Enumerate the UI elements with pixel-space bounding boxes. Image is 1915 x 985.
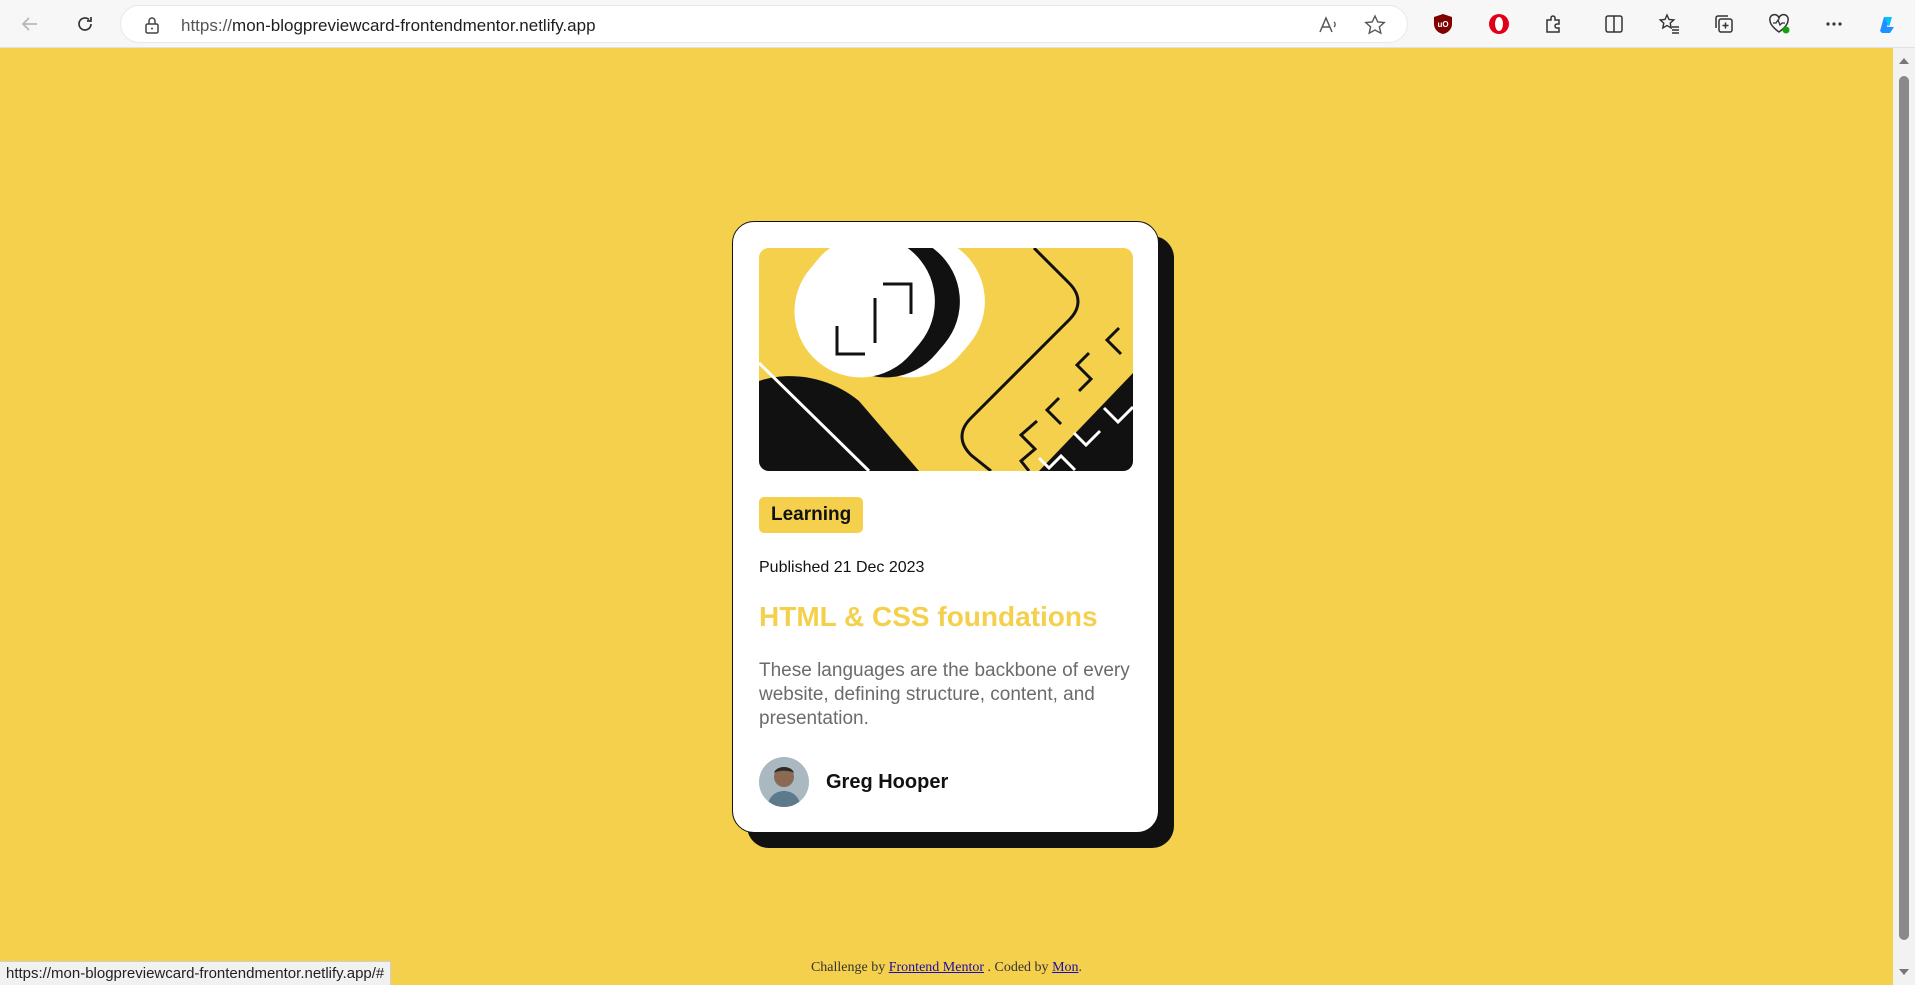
copilot-icon[interactable] (1874, 11, 1900, 37)
category-tag: Learning (759, 497, 864, 533)
lock-icon (145, 17, 159, 34)
read-aloud-icon[interactable] (1317, 14, 1339, 36)
refresh-icon (78, 17, 92, 31)
card-illustration (759, 248, 1133, 471)
more-options-icon[interactable] (1821, 11, 1847, 37)
svg-text:uO: uO (1437, 20, 1448, 29)
favorites-list-icon[interactable] (1656, 11, 1682, 37)
card-title[interactable]: HTML & CSS foundations (759, 601, 1132, 633)
status-bar: https://mon-blogpreviewcard-frontendment… (0, 961, 392, 985)
url-protocol: https:// (181, 16, 233, 35)
author: Greg Hooper (759, 757, 1132, 807)
published-date: Published 21 Dec 2023 (759, 559, 925, 576)
address-bar[interactable]: https://mon-blogpreviewcard-frontendment… (120, 5, 1408, 43)
favorite-star-icon[interactable] (1364, 14, 1386, 36)
scroll-down-icon[interactable] (1899, 969, 1909, 975)
scrollbar-thumb[interactable] (1899, 76, 1909, 940)
back-button[interactable] (14, 9, 46, 39)
footer-prefix: Challenge by (810, 960, 886, 975)
url-text: https://mon-blogpreviewcard-frontendment… (181, 16, 596, 36)
author-name: Greg Hooper (826, 770, 949, 793)
browser-essentials-icon[interactable] (1766, 11, 1792, 37)
frontend-mentor-link[interactable]: Frontend Mentor (889, 960, 984, 975)
opera-extension-icon[interactable] (1486, 11, 1512, 37)
refresh-button[interactable] (69, 9, 101, 39)
blog-preview-card[interactable]: Learning Published 21 Dec 2023 HTML & CS… (732, 221, 1159, 833)
scroll-up-icon[interactable] (1899, 58, 1909, 64)
avatar (759, 757, 809, 807)
footer-middle: . Coded by (987, 960, 1049, 975)
back-arrow-icon (21, 17, 37, 31)
extensions-puzzle-icon[interactable] (1541, 11, 1567, 37)
card-description: These languages are the backbone of ever… (759, 660, 1130, 729)
collections-icon[interactable] (1711, 11, 1737, 37)
split-screen-icon[interactable] (1601, 11, 1627, 37)
url-host: mon-blogpreviewcard-frontendmentor.netli… (232, 16, 596, 35)
footer-suffix: . (1078, 960, 1083, 975)
author-link[interactable]: Mon (1052, 960, 1078, 975)
vertical-scrollbar[interactable] (1893, 48, 1915, 985)
ublock-extension-icon[interactable]: uO (1430, 11, 1456, 37)
browser-toolbar: https://mon-blogpreviewcard-frontendment… (0, 0, 1915, 48)
